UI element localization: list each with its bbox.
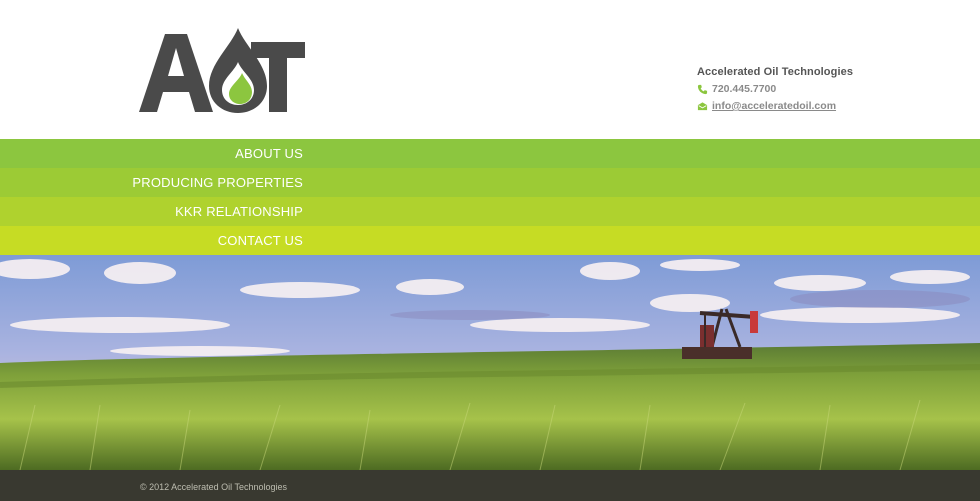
company-name: Accelerated Oil Technologies [697,66,854,78]
nav-label: ABOUT US [235,146,303,161]
nav-kkr-relationship[interactable]: KKR RELATIONSHIP [0,197,980,226]
nav-about-us[interactable]: ABOUT US [0,139,980,168]
nav-producing-properties[interactable]: PRODUCING PROPERTIES [0,168,980,197]
email-row[interactable]: info@acceleratedoil.com [697,100,917,112]
nav-label: PRODUCING PROPERTIES [132,175,303,190]
nav-label: CONTACT US [217,233,303,248]
email-link[interactable]: info@acceleratedoil.com [712,100,836,112]
aot-logo[interactable] [139,26,305,114]
hero-image [0,255,980,470]
phone-row[interactable]: 720.445.7700 [697,83,917,95]
logo-graphic [139,28,305,113]
phone-number[interactable]: 720.445.7700 [712,83,776,95]
contact-block: Accelerated Oil Technologies 720.445.770… [697,66,917,112]
site-header: Accelerated Oil Technologies 720.445.770… [0,0,980,139]
main-nav: ABOUT US PRODUCING PROPERTIES KKR RELATI… [0,139,980,255]
envelope-icon [697,101,708,112]
nav-label: KKR RELATIONSHIP [175,204,303,219]
pumpjack-field-image [0,255,980,470]
phone-icon [697,84,708,95]
site-footer: © 2012 Accelerated Oil Technologies [0,470,980,501]
nav-contact-us[interactable]: CONTACT US [0,226,980,255]
copyright-text: © 2012 Accelerated Oil Technologies [140,482,288,492]
